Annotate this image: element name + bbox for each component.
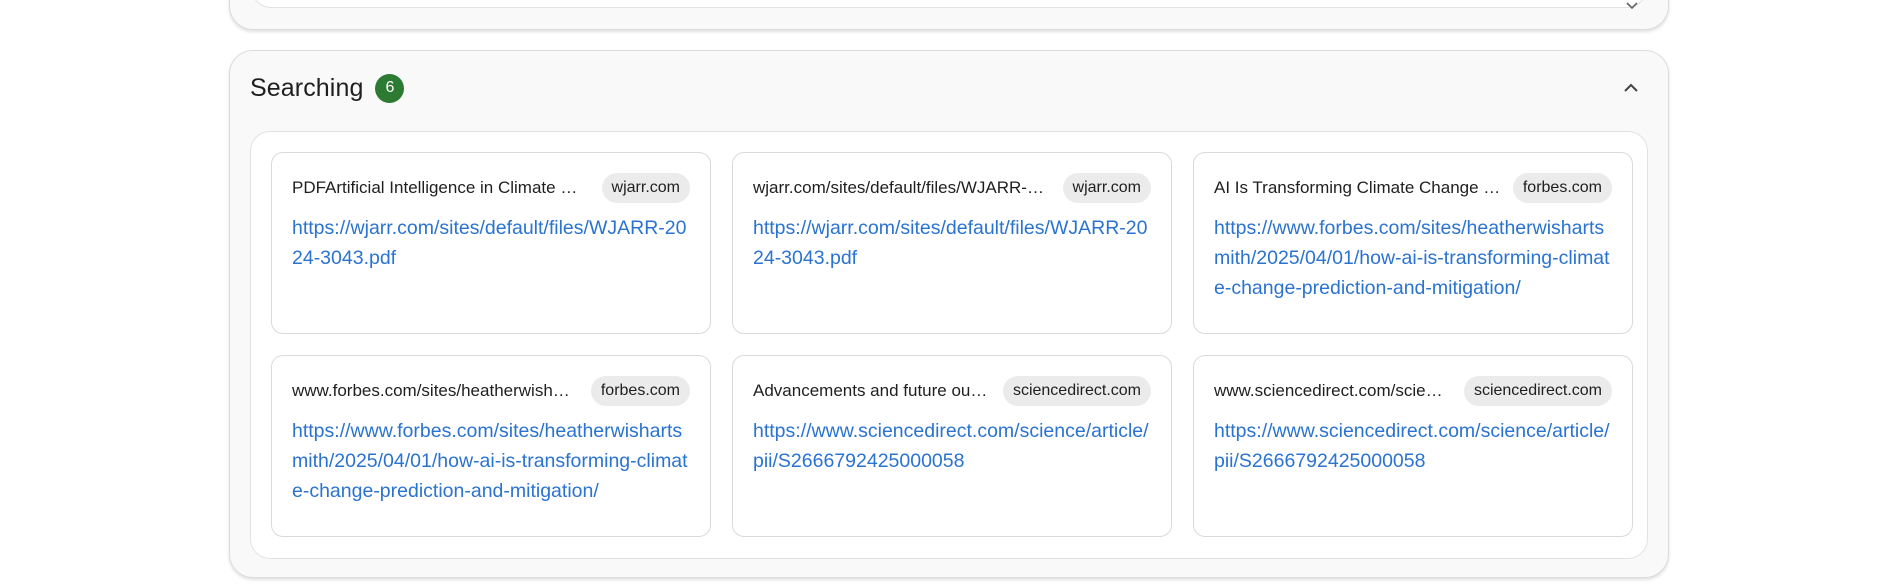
domain-chip: forbes.com [590,376,690,406]
results-container: PDFArtificial Intelligence in Climate Ch… [250,131,1648,559]
result-link[interactable]: https://wjarr.com/sites/default/files/WJ… [753,213,1151,273]
result-count-badge: 6 [375,73,405,103]
chevron-up-icon [1624,83,1638,92]
result-title: www.forbes.com/sites/heatherwishartsmith… [292,381,579,400]
result-link[interactable]: https://www.sciencedirect.com/science/ar… [753,416,1151,476]
domain-chip: sciencedirect.com [1002,376,1151,406]
result-card[interactable]: AI Is Transforming Climate Change Predic… [1193,152,1633,334]
result-link[interactable]: https://www.sciencedirect.com/science/ar… [1214,416,1612,476]
result-card[interactable]: PDFArtificial Intelligence in Climate Ch… [271,152,711,334]
panel-title: Searching [250,73,364,102]
result-card[interactable]: www.forbes.com/sites/heatherwishartsmith… [271,355,711,537]
result-card[interactable]: www.sciencedirect.com/science/article/pi… [1193,355,1633,537]
previous-panel [229,0,1669,30]
chevron-down-icon[interactable] [1626,2,1638,10]
searching-panel: Searching 6 PDFArtificial Intelligence i… [229,50,1669,578]
result-link[interactable]: https://www.forbes.com/sites/heatherwish… [1214,213,1612,303]
domain-chip: forbes.com [1512,173,1612,203]
result-card[interactable]: Advancements and future outlook of artif… [732,355,1172,537]
previous-panel-input [251,0,1647,8]
result-title: wjarr.com/sites/default/files/WJARR-2024… [753,178,1051,197]
result-card[interactable]: wjarr.com/sites/default/files/WJARR-2024… [732,152,1172,334]
results-grid: PDFArtificial Intelligence in Climate Ch… [271,152,1633,537]
collapse-button[interactable] [1618,75,1644,101]
panel-header: Searching 6 [250,71,405,105]
result-link[interactable]: https://wjarr.com/sites/default/files/WJ… [292,213,690,273]
result-title: www.sciencedirect.com/science/article/pi… [1214,381,1452,400]
domain-chip: wjarr.com [1062,173,1151,203]
domain-chip: wjarr.com [601,173,690,203]
result-link[interactable]: https://www.forbes.com/sites/heatherwish… [292,416,690,506]
result-title: AI Is Transforming Climate Change Predic… [1214,178,1501,197]
result-title: Advancements and future outlook of artif… [753,381,991,400]
domain-chip: sciencedirect.com [1463,376,1612,406]
result-title: PDFArtificial Intelligence in Climate Ch… [292,178,590,197]
